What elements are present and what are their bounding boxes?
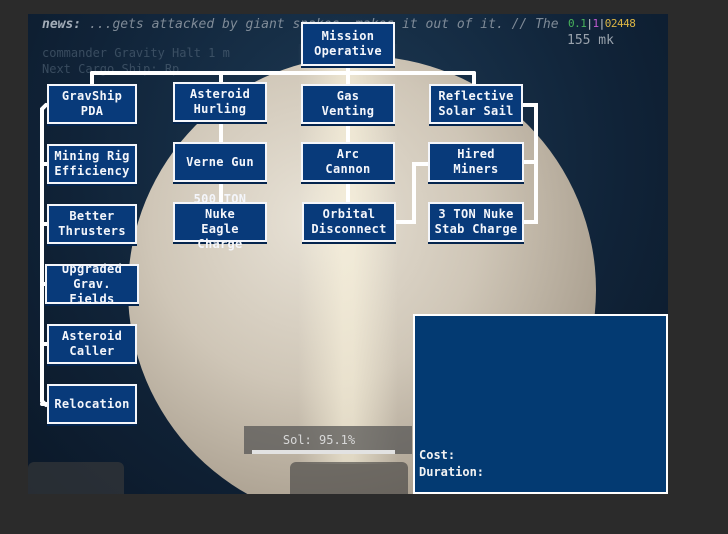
sol-progress-fill: [252, 450, 395, 454]
bottom-panel-center: [290, 462, 408, 494]
duration-label: Duration:: [419, 465, 485, 479]
node-3-ton-nuke[interactable]: 3 TON Nuke Stab Charge: [428, 202, 524, 242]
cost-label: Cost:: [419, 448, 456, 462]
node-relocation[interactable]: Relocation: [47, 384, 137, 424]
node-upgraded-grav-fields[interactable]: Upgraded Grav. Fields: [45, 262, 139, 306]
node-mining-rig-efficiency[interactable]: Mining Rig Efficiency: [47, 144, 137, 184]
node-mission-operative[interactable]: Mission Operative: [301, 22, 395, 66]
bottom-panel-left: [28, 462, 124, 494]
info-panel: Cost: Duration:: [413, 314, 668, 494]
node-gravship-pda[interactable]: GravShip PDA: [47, 84, 137, 124]
node-verne-gun[interactable]: Verne Gun: [173, 142, 267, 182]
node-arc-cannon[interactable]: Arc Cannon: [301, 142, 395, 182]
node-reflective-solar-sail[interactable]: Reflective Solar Sail: [429, 84, 523, 124]
game-viewport: news: ...gets attacked by giant snakes, …: [28, 14, 668, 494]
node-asteroid-caller[interactable]: Asteroid Caller: [47, 324, 137, 364]
node-orbital-disconnect[interactable]: Orbital Disconnect: [302, 202, 396, 242]
node-hired-miners[interactable]: Hired Miners: [428, 142, 524, 182]
sol-progress: Sol: 95.1%: [244, 426, 412, 454]
node-500-ton-nuke[interactable]: 500 TON Nuke Eagle Charge: [173, 192, 267, 251]
node-asteroid-hurling[interactable]: Asteroid Hurling: [173, 82, 267, 122]
node-better-thrusters[interactable]: Better Thrusters: [47, 204, 137, 244]
sol-label: Sol: 95.1%: [282, 433, 356, 447]
node-gas-venting[interactable]: Gas Venting: [301, 84, 395, 124]
